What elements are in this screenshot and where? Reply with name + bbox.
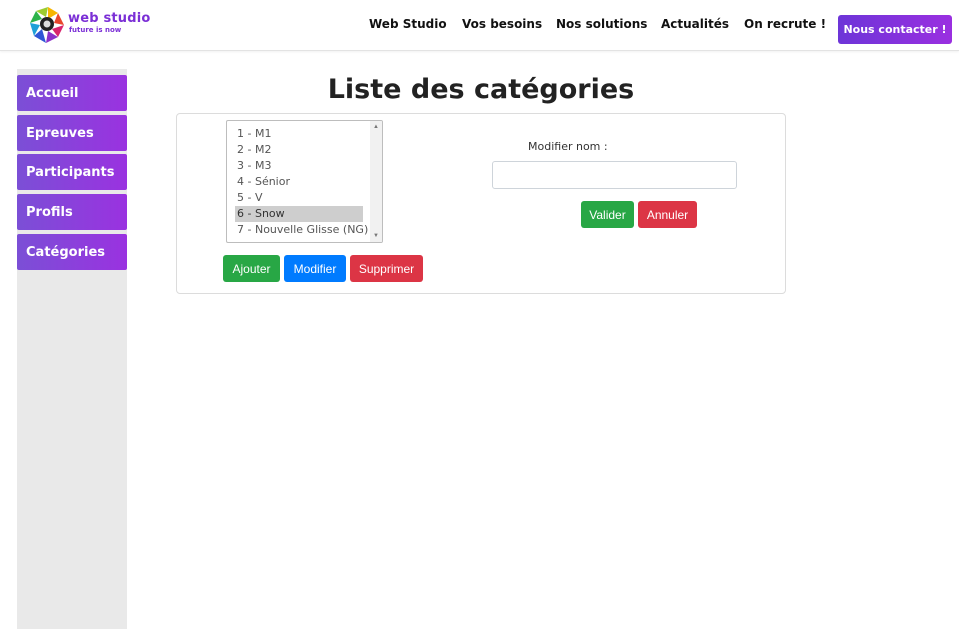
edit-name-label: Modifier nom : bbox=[528, 140, 608, 153]
nav-link-actualites[interactable]: Actualités bbox=[661, 17, 729, 31]
list-item-selected[interactable]: 6 - Snow bbox=[235, 206, 363, 222]
sidebar-item-categories[interactable]: Catégories bbox=[17, 234, 127, 270]
list-item[interactable]: 4 - Sénior bbox=[235, 174, 363, 190]
categories-listbox[interactable]: 1 - M1 2 - M2 3 - M3 4 - Sénior 5 - V 6 … bbox=[226, 120, 383, 243]
brand-name[interactable]: web studio bbox=[68, 11, 151, 26]
nav-link-on-recrute[interactable]: On recrute ! bbox=[744, 17, 826, 31]
edit-name-input[interactable] bbox=[492, 161, 737, 189]
validate-button[interactable]: Valider bbox=[581, 201, 634, 228]
list-item[interactable]: 5 - V bbox=[235, 190, 363, 206]
edit-button[interactable]: Modifier bbox=[284, 255, 346, 282]
sidebar-item-accueil[interactable]: Accueil bbox=[17, 75, 127, 111]
cancel-button[interactable]: Annuler bbox=[638, 201, 697, 228]
sidebar-item-epreuves[interactable]: Epreuves bbox=[17, 115, 127, 151]
delete-button[interactable]: Supprimer bbox=[350, 255, 423, 282]
listbox-scrollbar[interactable]: ▲ ▼ bbox=[370, 121, 382, 242]
scroll-up-arrow-icon[interactable]: ▲ bbox=[373, 124, 379, 130]
nav-link-nos-solutions[interactable]: Nos solutions bbox=[556, 17, 647, 31]
list-item[interactable]: 3 - M3 bbox=[235, 158, 363, 174]
page-title: Liste des catégories bbox=[327, 74, 635, 105]
sidebar bbox=[17, 69, 127, 629]
add-button[interactable]: Ajouter bbox=[223, 255, 280, 282]
nav-link-vos-besoins[interactable]: Vos besoins bbox=[462, 17, 542, 31]
contact-button[interactable]: Nous contacter ! bbox=[838, 15, 952, 44]
top-navbar: web studio future is now Web Studio Vos … bbox=[0, 0, 959, 51]
brand-tagline: future is now bbox=[69, 26, 122, 34]
scroll-down-arrow-icon[interactable]: ▼ bbox=[373, 233, 379, 239]
sidebar-item-profils[interactable]: Profils bbox=[17, 194, 127, 230]
list-item[interactable]: 7 - Nouvelle Glisse (NG) bbox=[235, 222, 368, 238]
sidebar-item-participants[interactable]: Participants bbox=[17, 154, 127, 190]
nav-link-web-studio[interactable]: Web Studio bbox=[369, 17, 447, 31]
list-item[interactable]: 1 - M1 bbox=[235, 126, 363, 142]
list-item[interactable]: 2 - M2 bbox=[235, 142, 363, 158]
web-studio-logo-icon[interactable] bbox=[28, 5, 68, 45]
